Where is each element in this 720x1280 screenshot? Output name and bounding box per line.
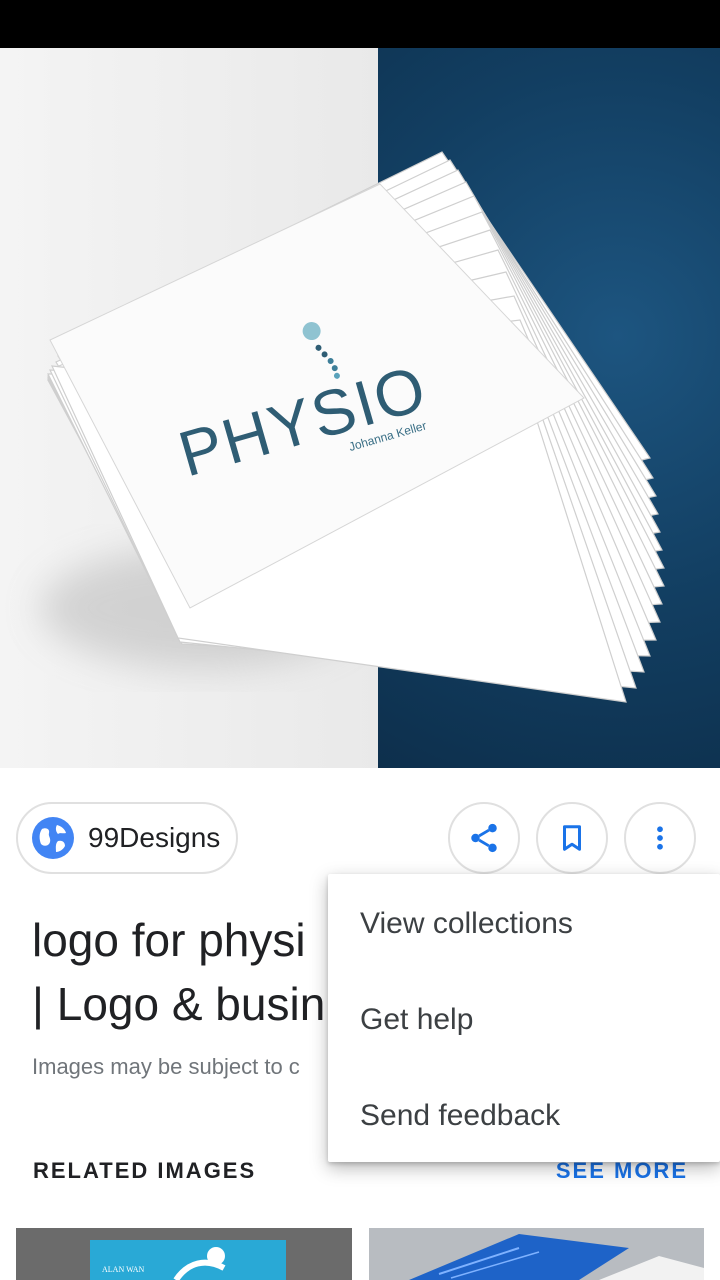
overflow-menu: View collections Get help Send feedback bbox=[328, 874, 720, 1162]
globe-icon bbox=[32, 817, 74, 859]
svg-text:ALAN WAN: ALAN WAN bbox=[102, 1265, 145, 1274]
bookmark-icon bbox=[563, 825, 581, 851]
source-chip[interactable]: 99Designs bbox=[16, 802, 238, 874]
menu-item-send-feedback[interactable]: Send feedback bbox=[328, 1068, 720, 1164]
menu-item-view-collections[interactable]: View collections bbox=[328, 876, 720, 972]
copyright-notice: Images may be subject to c bbox=[32, 1054, 300, 1079]
source-label: 99Designs bbox=[88, 822, 221, 853]
related-images-heading: RELATED IMAGES bbox=[33, 1158, 257, 1183]
share-button[interactable] bbox=[448, 802, 520, 874]
business-card-stack: PHYSIO Johanna Keller bbox=[40, 151, 665, 703]
share-icon bbox=[471, 823, 497, 853]
related-thumbnail[interactable]: ALAN WAN bbox=[16, 1228, 352, 1280]
save-button[interactable] bbox=[536, 802, 608, 874]
status-bar bbox=[0, 0, 720, 48]
more-vert-icon bbox=[657, 826, 663, 850]
result-image[interactable]: PHYSIO Johanna Keller bbox=[0, 48, 720, 768]
menu-item-get-help[interactable]: Get help bbox=[328, 972, 720, 1068]
more-options-button[interactable] bbox=[624, 802, 696, 874]
related-thumbnail[interactable] bbox=[369, 1228, 704, 1280]
